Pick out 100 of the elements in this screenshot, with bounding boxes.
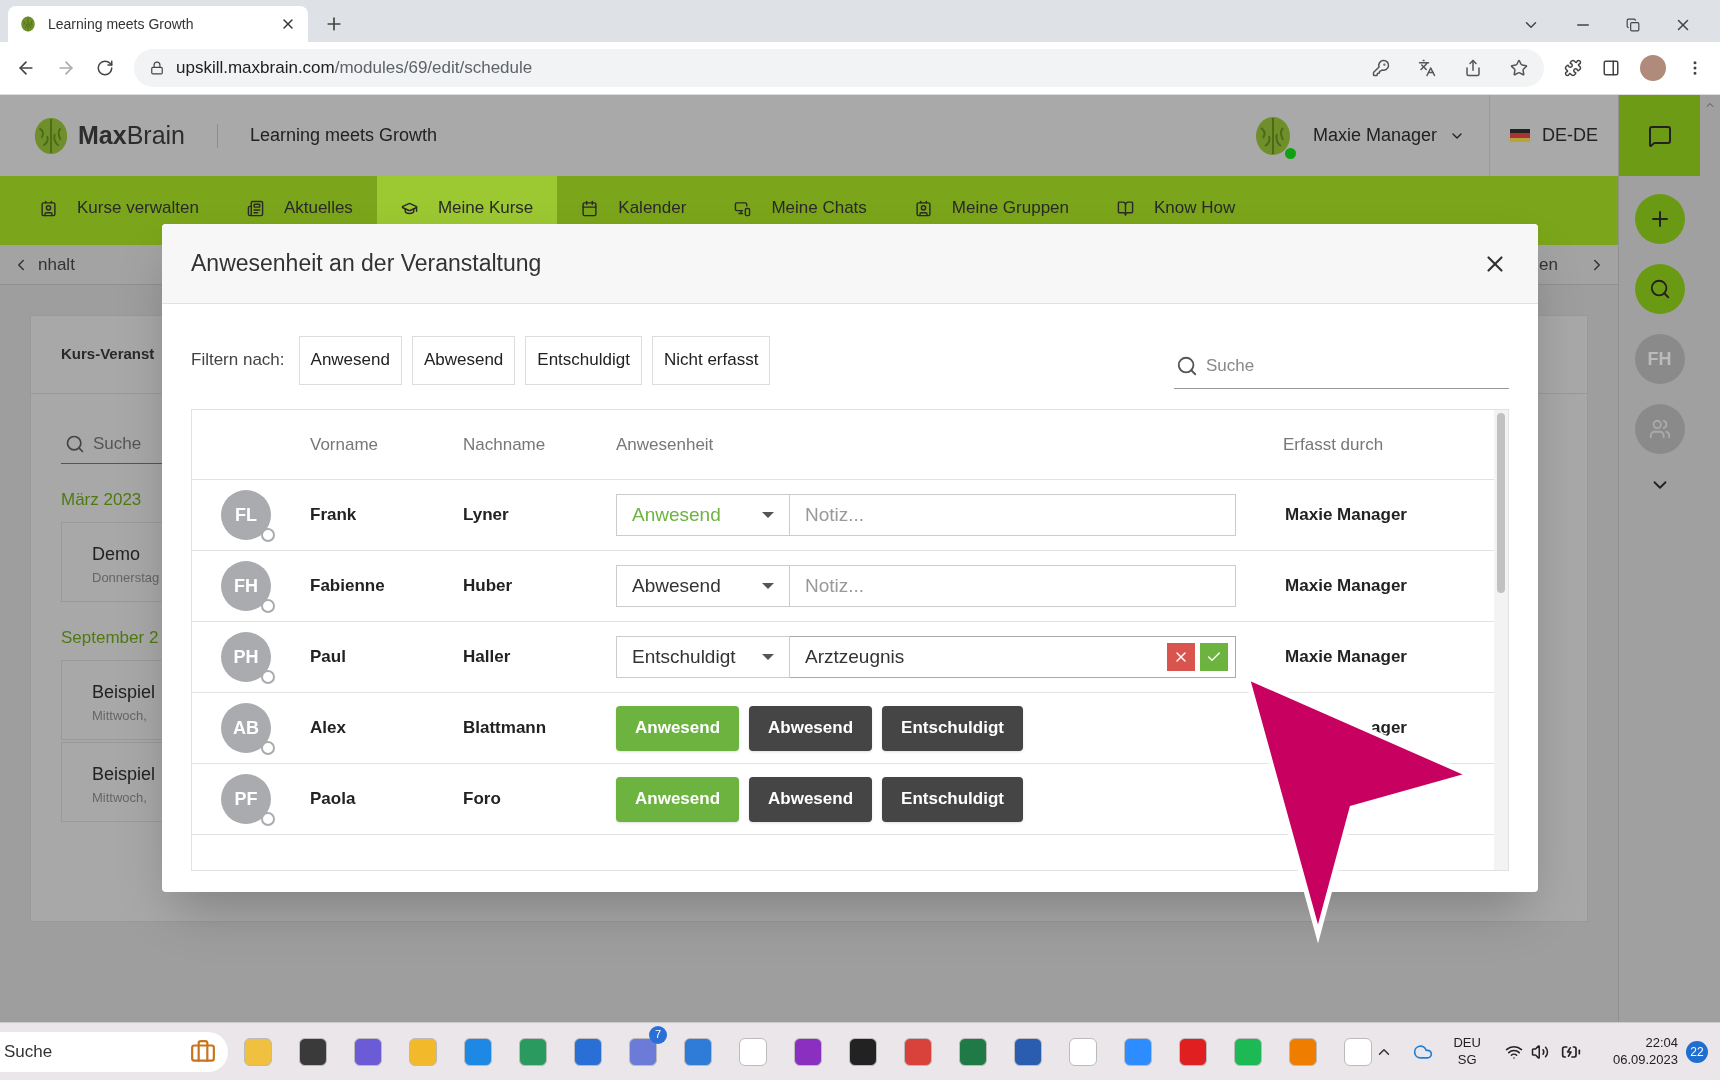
filter-button[interactable]: Anwesend: [298, 335, 402, 385]
last-name: Lyner: [463, 504, 510, 527]
url-text: upskill.maxbrain.com/modules/69/edit/schedule: [176, 57, 533, 80]
language-selector[interactable]: DE-DE: [1490, 122, 1618, 149]
dropdown-caret-icon: [762, 654, 774, 660]
dialog-title: Anwesenheit an der Veranstaltung: [191, 249, 543, 279]
attendance-select[interactable]: Entschuldigt: [616, 636, 790, 678]
briefcase-icon: [190, 1038, 216, 1065]
attendance-button[interactable]: Abwesend: [749, 776, 873, 822]
restore-icon[interactable]: [1626, 18, 1640, 32]
key-icon[interactable]: [1372, 59, 1390, 77]
search-icon: [1648, 278, 1671, 300]
last-name: Foro: [463, 788, 502, 811]
extensions-icon[interactable]: [1564, 59, 1582, 77]
logo-text: MaxBrain: [78, 119, 185, 151]
cancel-button[interactable]: [1167, 643, 1195, 671]
app-icon[interactable]: [299, 1037, 327, 1066]
event-date: Mittwoch,: [92, 707, 148, 725]
attendance-select[interactable]: Abwesend: [616, 565, 790, 607]
share-icon[interactable]: [1464, 59, 1482, 77]
dropdown-caret-icon: [762, 583, 774, 589]
notification-count[interactable]: 22: [1686, 1040, 1708, 1063]
search-icon: [1176, 355, 1198, 377]
keyboard-region: SG: [1457, 1051, 1477, 1068]
filter-button[interactable]: Abwesend: [411, 335, 516, 385]
first-name: Alex: [310, 717, 347, 740]
filter-button[interactable]: Entschuldigt: [525, 335, 642, 385]
user-avatar: FL: [221, 490, 271, 540]
volume-icon[interactable]: [1530, 1042, 1549, 1061]
chat-button[interactable]: [1619, 95, 1700, 176]
add-button[interactable]: [1634, 194, 1685, 244]
column-header: Anwesenheit: [616, 433, 715, 456]
content-tab[interactable]: nhalt: [38, 251, 75, 278]
column-header: Erfasst durch: [1283, 433, 1384, 456]
side-panel-icon[interactable]: [1602, 59, 1620, 77]
book-icon: [1117, 199, 1134, 217]
month-heading: September 2: [61, 627, 159, 650]
scrollbar-thumb[interactable]: [1497, 413, 1505, 593]
contact-card-icon: [40, 199, 57, 217]
address-bar[interactable]: upskill.maxbrain.com/modules/69/edit/schedule: [134, 49, 1544, 87]
search-icon: [65, 433, 85, 454]
first-name: Paul: [310, 646, 347, 669]
note-field[interactable]: Notiz...: [790, 565, 1236, 607]
event-date: Donnerstag: [92, 569, 161, 587]
user-avatar: PF: [221, 774, 271, 824]
search-field[interactable]: Suche: [1174, 343, 1509, 389]
brain-logo-icon: [32, 116, 70, 155]
event-title: Beispiel: [92, 763, 157, 786]
recorded-by: Maxie Manager: [1285, 646, 1407, 669]
user-avatar: FH: [221, 561, 271, 611]
filter-button[interactable]: Nicht erfasst: [651, 335, 771, 385]
user-menu[interactable]: Maxie Manager: [1312, 122, 1465, 149]
month-heading: März 2023: [61, 489, 142, 512]
user-avatar: PH: [221, 632, 271, 682]
chat-icon: [1647, 123, 1672, 148]
clock-date: 06.09.2023: [1612, 1051, 1678, 1068]
people-icon: [1648, 418, 1671, 440]
recorded-by: Maxie Manager: [1285, 575, 1407, 598]
note-field[interactable]: Arztzeugnis: [790, 636, 1236, 678]
translate-icon[interactable]: [1418, 59, 1436, 77]
user-avatar: AB: [221, 703, 271, 753]
tab-title: Learning meets Growth: [48, 14, 195, 34]
contact-card-icon: [914, 199, 932, 217]
profile-avatar[interactable]: [1640, 55, 1666, 81]
panel-title: Kurs-Veranst: [61, 344, 155, 365]
first-name: Fabienne: [310, 575, 386, 598]
event-title: Demo: [92, 543, 141, 566]
column-header: Nachname: [463, 433, 547, 456]
app-icon[interactable]: [849, 1037, 877, 1066]
last-name: Huber: [463, 575, 514, 598]
clock-time: 22:04: [1645, 1035, 1678, 1052]
tagline: Learning meets Growth: [250, 124, 438, 147]
event-date: Mittwoch,: [92, 789, 148, 807]
notification-badge: 7: [649, 1025, 667, 1044]
reload-icon[interactable]: [96, 59, 114, 77]
browser-tab[interactable]: Learning meets Growth: [8, 6, 308, 42]
column-header: Vorname: [310, 433, 380, 456]
attendance-button[interactable]: Entschuldigt: [882, 705, 1023, 751]
content-tab[interactable]: en: [1539, 251, 1558, 278]
last-name: Blattmann: [463, 717, 548, 740]
newspaper-icon: [246, 199, 264, 217]
brain-logo-icon: [20, 16, 36, 32]
recorded-by: Maxie Manager: [1285, 504, 1407, 527]
taskbar-search[interactable]: Suche: [0, 1031, 228, 1072]
flag-icon: [1510, 129, 1530, 142]
first-name: Paola: [310, 788, 357, 811]
search-button[interactable]: [1634, 264, 1685, 314]
event-title: Beispiel: [92, 681, 157, 704]
calendar-icon: [581, 199, 599, 217]
filter-label: Filtern nach:: [191, 349, 285, 372]
dropdown-caret-icon: [762, 512, 774, 518]
attendance-button[interactable]: Entschuldigt: [882, 776, 1023, 822]
last-name: Haller: [463, 646, 512, 669]
bookmark-star-icon[interactable]: [1510, 59, 1528, 77]
attendance-button[interactable]: Abwesend: [749, 705, 873, 751]
note-field[interactable]: Notiz...: [790, 494, 1236, 536]
lock-icon: [150, 61, 164, 75]
keyboard-language: DEU: [1453, 1035, 1481, 1052]
monitor-icon: [734, 199, 752, 217]
first-name: Frank: [310, 504, 358, 527]
